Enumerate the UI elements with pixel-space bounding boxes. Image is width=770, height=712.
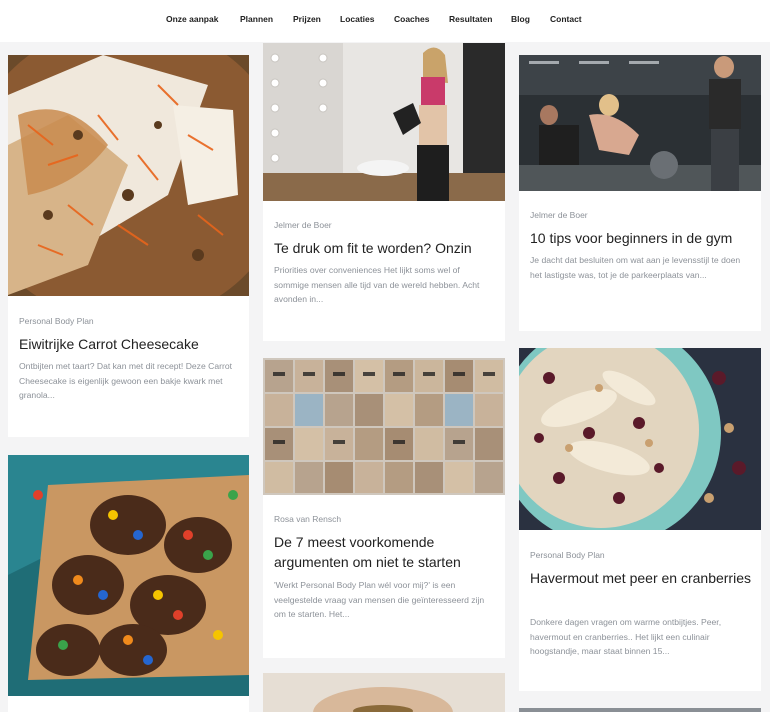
nav-blog[interactable]: Blog: [511, 14, 530, 24]
post-excerpt: Je dacht dat besluiten om wat aan je lev…: [530, 255, 741, 280]
post-author: Rosa van Rensch: [274, 514, 342, 524]
post-excerpt: 'Werkt Personal Body Plan wél voor mij?'…: [274, 580, 485, 619]
blog-card-10-tips[interactable]: Jelmer de Boer 10 tips voor beginners in…: [519, 55, 761, 331]
chocolate-cookies-image[interactable]: [8, 455, 249, 696]
post-title[interactable]: Havermout met peer en cranberries: [530, 568, 753, 588]
nav-resultaten[interactable]: Resultaten: [449, 14, 492, 24]
carrot-cheesecake-image[interactable]: [8, 55, 249, 296]
post-author: Jelmer de Boer: [274, 220, 332, 230]
nav-prijzen[interactable]: Prijzen: [293, 14, 321, 24]
post-excerpt: Ontbijten met taart? Dat kan met dit rec…: [19, 361, 233, 400]
post-title[interactable]: 10 tips voor beginners in de gym: [530, 228, 753, 248]
blog-card-hands[interactable]: [263, 673, 505, 712]
nav-onze-aanpak[interactable]: Onze aanpak: [166, 14, 218, 24]
post-author: Jelmer de Boer: [530, 210, 588, 220]
post-category: Personal Body Plan: [19, 316, 94, 326]
hands-image[interactable]: [263, 673, 505, 712]
blog-card-havermout[interactable]: Personal Body Plan Havermout met peer en…: [519, 348, 761, 691]
nav-coaches[interactable]: Coaches: [394, 14, 429, 24]
blog-card-7-argumenten[interactable]: Rosa van Rensch De 7 meest voorkomende a…: [263, 358, 505, 658]
blog-card-chocolate-cookies[interactable]: [8, 455, 249, 712]
blog-card-partial[interactable]: [519, 708, 761, 712]
post-excerpt: Donkere dagen vragen om warme ontbijtjes…: [530, 617, 722, 656]
post-category: Personal Body Plan: [530, 550, 605, 560]
post-title[interactable]: Te druk om fit te worden? Onzin: [274, 238, 497, 258]
blog-card-carrot-cheesecake[interactable]: Personal Body Plan Eiwitrijke Carrot Che…: [8, 55, 249, 437]
nav-plannen[interactable]: Plannen: [240, 14, 273, 24]
post-title[interactable]: Eiwitrijke Carrot Cheesecake: [19, 334, 241, 354]
post-title[interactable]: De 7 meest voorkomende argumenten om nie…: [274, 532, 497, 572]
oatmeal-pear-image[interactable]: [519, 348, 761, 530]
blog-card-te-druk[interactable]: Jelmer de Boer Te druk om fit te worden?…: [263, 43, 505, 341]
post-excerpt: Priorities over conveniences Het lijkt s…: [274, 265, 480, 304]
before-after-grid-image[interactable]: [263, 358, 505, 495]
nav-contact[interactable]: Contact: [550, 14, 582, 24]
woman-mirror-image[interactable]: [263, 43, 505, 201]
partial-image[interactable]: [519, 708, 761, 712]
nav-locaties[interactable]: Locaties: [340, 14, 375, 24]
top-navigation: Onze aanpak Plannen Prijzen Locaties Coa…: [0, 0, 770, 42]
gym-image[interactable]: [519, 55, 761, 191]
